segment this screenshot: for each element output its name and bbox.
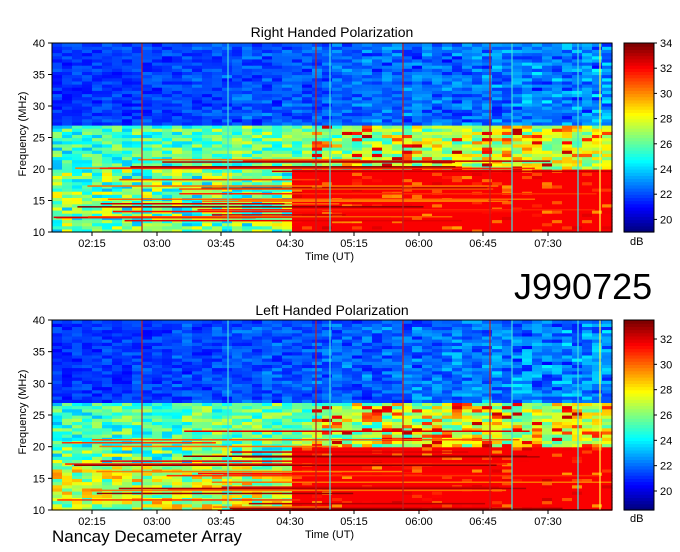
bottom-x-tick-label: 07:30: [534, 516, 562, 528]
bottom-y-tick-label: 20: [33, 442, 45, 454]
bottom-colorbar-unit: dB: [630, 513, 644, 525]
instrument-footer: Nancay Decameter Array: [52, 527, 242, 546]
bottom-colorbar-tick-label: 26: [660, 410, 672, 422]
bottom-x-tick-label: 06:45: [469, 516, 497, 528]
bottom-heatmap-cells: [52, 320, 613, 511]
bottom-x-tick-label: 05:15: [340, 516, 368, 528]
bottom-y-tick-label: 30: [33, 378, 45, 390]
bottom-colorbar-tick-label: 30: [660, 359, 672, 371]
bottom-colorbar-tick-label: 22: [660, 461, 672, 473]
bottom-y-tick-label: 10: [33, 505, 45, 517]
bottom-y-tick-label: 25: [33, 410, 45, 422]
bottom-x-tick-label: 04:30: [276, 516, 304, 528]
bottom-colorbar: [623, 319, 655, 511]
bottom-spectrogram-chart: 1015202530354002:15 03:00 03:45 04:30 05:15 0…: [33, 315, 673, 528]
bottom-y-tick-label: 35: [33, 347, 45, 359]
bottom-x-tick-label: 06:00: [405, 516, 433, 528]
bottom-y-tick-label: 15: [33, 473, 45, 485]
bottom-colorbar-tick-label: 28: [660, 385, 672, 397]
bottom-colorbar-tick-label: 32: [660, 334, 672, 346]
bottom-colorbar-tick-label: 20: [660, 486, 672, 498]
bottom-y-tick-label: 40: [33, 315, 45, 327]
bottom-colorbar-tick-label: 24: [660, 435, 672, 447]
bottom-x-axis-label: Time (UT): [305, 529, 355, 541]
